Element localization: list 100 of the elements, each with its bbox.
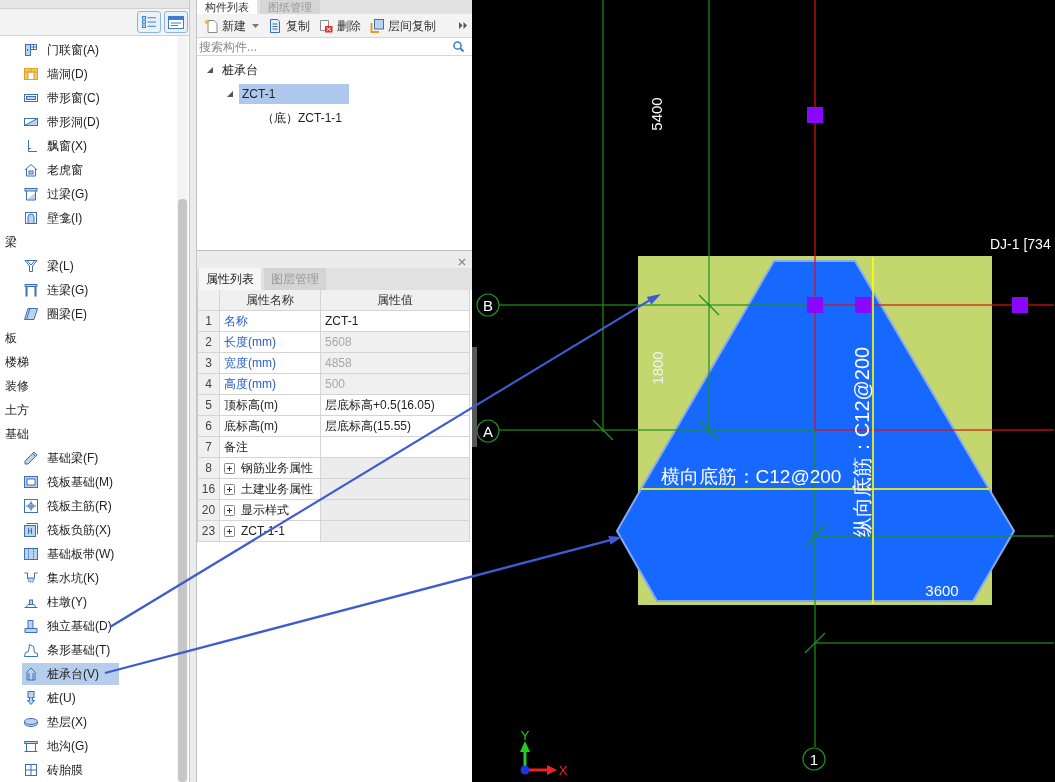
- search-field[interactable]: 搜索构件...: [197, 37, 472, 56]
- column-header: 属性名称: [220, 290, 321, 311]
- arch-icon: [24, 211, 38, 225]
- lintel-icon: [24, 187, 38, 201]
- more-icon[interactable]: [459, 22, 467, 29]
- down-arrow-icon: [24, 691, 38, 705]
- element-label: DJ-1 [734: [990, 236, 1051, 252]
- axis-tick: [698, 294, 720, 316]
- tree-item[interactable]: 墙洞(D): [22, 63, 108, 85]
- tree-node[interactable]: ZCT-1: [239, 84, 349, 104]
- axis-tick: [804, 525, 826, 547]
- axis-tick: [698, 419, 720, 441]
- splitter-handle[interactable]: [472, 347, 477, 447]
- tree-item[interactable]: 集水坑(K): [22, 567, 119, 589]
- axis-tick: [592, 419, 614, 441]
- row-number: 5: [198, 395, 220, 416]
- tree-item[interactable]: 筏板基础(M): [22, 471, 133, 493]
- floor-copy-button[interactable]: 层间复制: [368, 15, 438, 36]
- property-group-name: 土建业务属性: [241, 481, 313, 498]
- expand-box-icon[interactable]: [224, 462, 235, 474]
- diagonal-rectangle-icon: [24, 115, 38, 129]
- tree-item[interactable]: 门联窗(A): [22, 39, 119, 61]
- property-value[interactable]: [321, 437, 470, 458]
- tree-category[interactable]: 楼梯: [3, 351, 31, 373]
- tree-item[interactable]: 基础梁(F): [22, 447, 119, 469]
- property-value[interactable]: 层底标高(15.55): [321, 416, 470, 437]
- door-window-icon: [24, 43, 38, 57]
- panel-tab[interactable]: 属性列表: [199, 268, 261, 290]
- funnel-icon: [24, 259, 38, 273]
- house-icon: [24, 163, 38, 177]
- disc-icon: [24, 715, 38, 729]
- stacked-squares-icon: [24, 523, 38, 537]
- tree-item[interactable]: 老虎窗: [22, 159, 103, 181]
- tree-item[interactable]: 壁龛(I): [22, 207, 103, 229]
- tree-item[interactable]: 柱墩(Y): [22, 591, 107, 613]
- tree-item[interactable]: 梁(L): [22, 255, 94, 277]
- row-number: 16: [198, 479, 220, 500]
- new-button[interactable]: 新建: [202, 15, 261, 36]
- tree-item[interactable]: 条形基础(T): [22, 639, 131, 661]
- row-number: 7: [198, 437, 220, 458]
- tree-node[interactable]: 桩承台: [219, 60, 329, 80]
- tree-item[interactable]: 垫层(X): [22, 711, 107, 733]
- property-value: 4858: [321, 353, 470, 374]
- tree-item[interactable]: 圈梁(E): [22, 303, 107, 325]
- tree-item[interactable]: 筏板主筋(R): [22, 495, 132, 517]
- close-icon[interactable]: [458, 258, 466, 266]
- axis-tick: [804, 632, 826, 654]
- window-icon: [168, 15, 184, 29]
- wall-opening-icon: [24, 67, 38, 81]
- tree-item[interactable]: 基础板带(W): [22, 543, 135, 565]
- tree-item[interactable]: 桩(U): [22, 687, 96, 709]
- property-value: 5608: [321, 332, 470, 353]
- copy-button[interactable]: 复制: [266, 15, 312, 36]
- cross-grid-icon: [24, 499, 38, 513]
- tree-item[interactable]: 过梁(G): [22, 183, 109, 205]
- expand-box-icon[interactable]: [224, 483, 235, 495]
- scrollbar-thumb[interactable]: [178, 199, 187, 782]
- point-marker: [855, 297, 871, 313]
- scrollbar-track[interactable]: [177, 36, 188, 782]
- expanded-triangle-icon[interactable]: [227, 91, 233, 97]
- tree-category[interactable]: 装修: [3, 375, 31, 397]
- property-value[interactable]: ZCT-1: [321, 311, 470, 332]
- tree-category[interactable]: 梁: [3, 231, 19, 253]
- tree-item[interactable]: 砖胎膜: [22, 759, 103, 781]
- expand-box-icon[interactable]: [224, 525, 235, 537]
- tree-item[interactable]: 带形窗(C): [22, 87, 120, 109]
- tree-node[interactable]: （底）ZCT-1-1: [259, 108, 369, 128]
- axis-label: 1: [809, 751, 819, 768]
- document-delete-icon: [319, 18, 333, 33]
- tree-item[interactable]: 桩承台(V): [22, 663, 119, 685]
- panel-view-button[interactable]: [164, 11, 188, 33]
- expand-box-icon[interactable]: [224, 504, 235, 516]
- rebar-label: 纵向底筋：C12@200: [851, 346, 873, 538]
- tree-item[interactable]: 飘窗(X): [22, 135, 107, 157]
- tree-item[interactable]: 带形洞(D): [22, 111, 120, 133]
- search-icon[interactable]: [453, 41, 464, 52]
- tree-category[interactable]: 板: [3, 327, 19, 349]
- row-number: 1: [198, 311, 220, 332]
- axis-label: A: [483, 423, 493, 440]
- tree-item[interactable]: 筏板负筋(X): [22, 519, 131, 541]
- property-value[interactable]: 层底标高+0.5(16.05): [321, 395, 470, 416]
- panel-tab[interactable]: 构件列表: [197, 0, 257, 14]
- delete-button[interactable]: 删除: [317, 15, 363, 36]
- point-marker: [1012, 297, 1028, 313]
- y-axis-arrow: [520, 741, 530, 767]
- expanded-triangle-icon[interactable]: [207, 67, 213, 73]
- tree-item[interactable]: 地沟(G): [22, 735, 109, 757]
- irregular-block-icon: [24, 643, 38, 657]
- list-view-button[interactable]: [137, 11, 161, 33]
- point-marker: [807, 297, 823, 313]
- property-group-name: 钢筋业务属性: [241, 460, 313, 477]
- tree-item[interactable]: 独立基础(D): [22, 615, 132, 637]
- row-number: 2: [198, 332, 220, 353]
- table-icon: [24, 739, 38, 753]
- tree-category[interactable]: 土方: [3, 399, 31, 421]
- tree-category[interactable]: 基础: [3, 423, 31, 445]
- row-number: 3: [198, 353, 220, 374]
- tree-item[interactable]: 连梁(G): [22, 279, 109, 301]
- row-number: 4: [198, 374, 220, 395]
- frame-icon: [24, 283, 38, 297]
